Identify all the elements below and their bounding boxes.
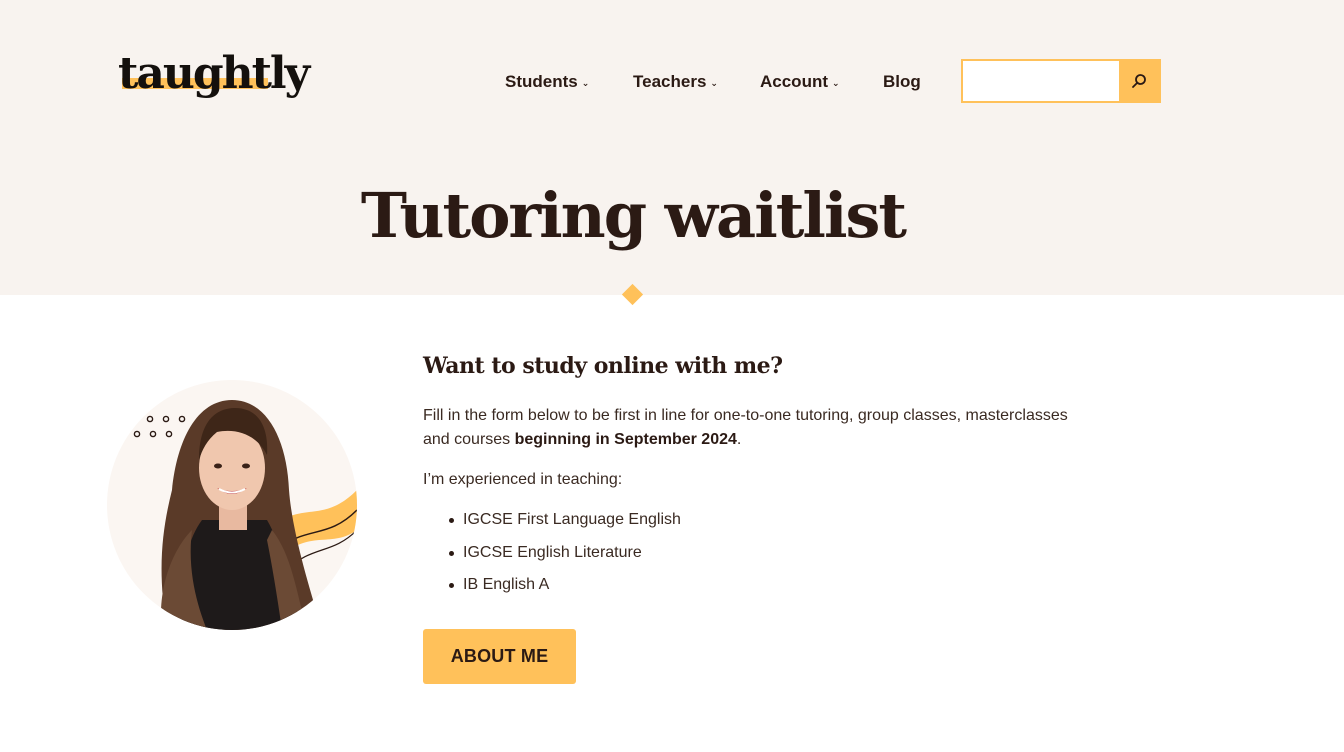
chevron-down-icon: ⌄	[710, 77, 718, 88]
logo-text: taughtly	[118, 48, 310, 99]
nav-item-account[interactable]: Account ⌄	[760, 70, 840, 94]
nav-item-label: Blog	[883, 72, 921, 91]
nav-item-label: Teachers	[633, 72, 707, 91]
experience-label: I’m experienced in teaching:	[423, 471, 623, 488]
search-button[interactable]	[1119, 61, 1159, 101]
nav-item-label: Account	[760, 72, 828, 91]
chevron-down-icon: ⌄	[581, 77, 590, 88]
nav-item-blog[interactable]: Blog	[883, 70, 921, 94]
list-item: IGCSE First Language English	[449, 508, 1083, 532]
chevron-down-icon: ⌄	[832, 77, 840, 88]
main-content: Want to study online with me? Fill in th…	[423, 346, 1083, 606]
about-me-button[interactable]: ABOUT ME	[423, 629, 576, 684]
search-input[interactable]	[963, 61, 1121, 101]
subject-list: IGCSE First Language English IGCSE Engli…	[449, 508, 1083, 597]
site-logo[interactable]: taughtly	[118, 44, 310, 104]
list-item: IGCSE English Literature	[449, 541, 1083, 565]
list-item: IB English A	[449, 573, 1083, 597]
search-icon	[1131, 73, 1147, 89]
avatar	[107, 380, 357, 630]
intro-paragraph: Fill in the form below to be first in li…	[423, 404, 1083, 452]
intro-bold-text: beginning in September 2024	[514, 431, 737, 448]
section-heading: Want to study online with me?	[423, 353, 783, 379]
nav-item-teachers[interactable]: Teachers ⌄	[633, 70, 718, 94]
nav-item-students[interactable]: Students ⌄	[505, 70, 589, 94]
search-box	[961, 59, 1161, 103]
page-title: Tutoring waitlist	[360, 179, 907, 252]
nav-item-label: Students	[505, 72, 578, 91]
intro-end: .	[736, 431, 742, 448]
